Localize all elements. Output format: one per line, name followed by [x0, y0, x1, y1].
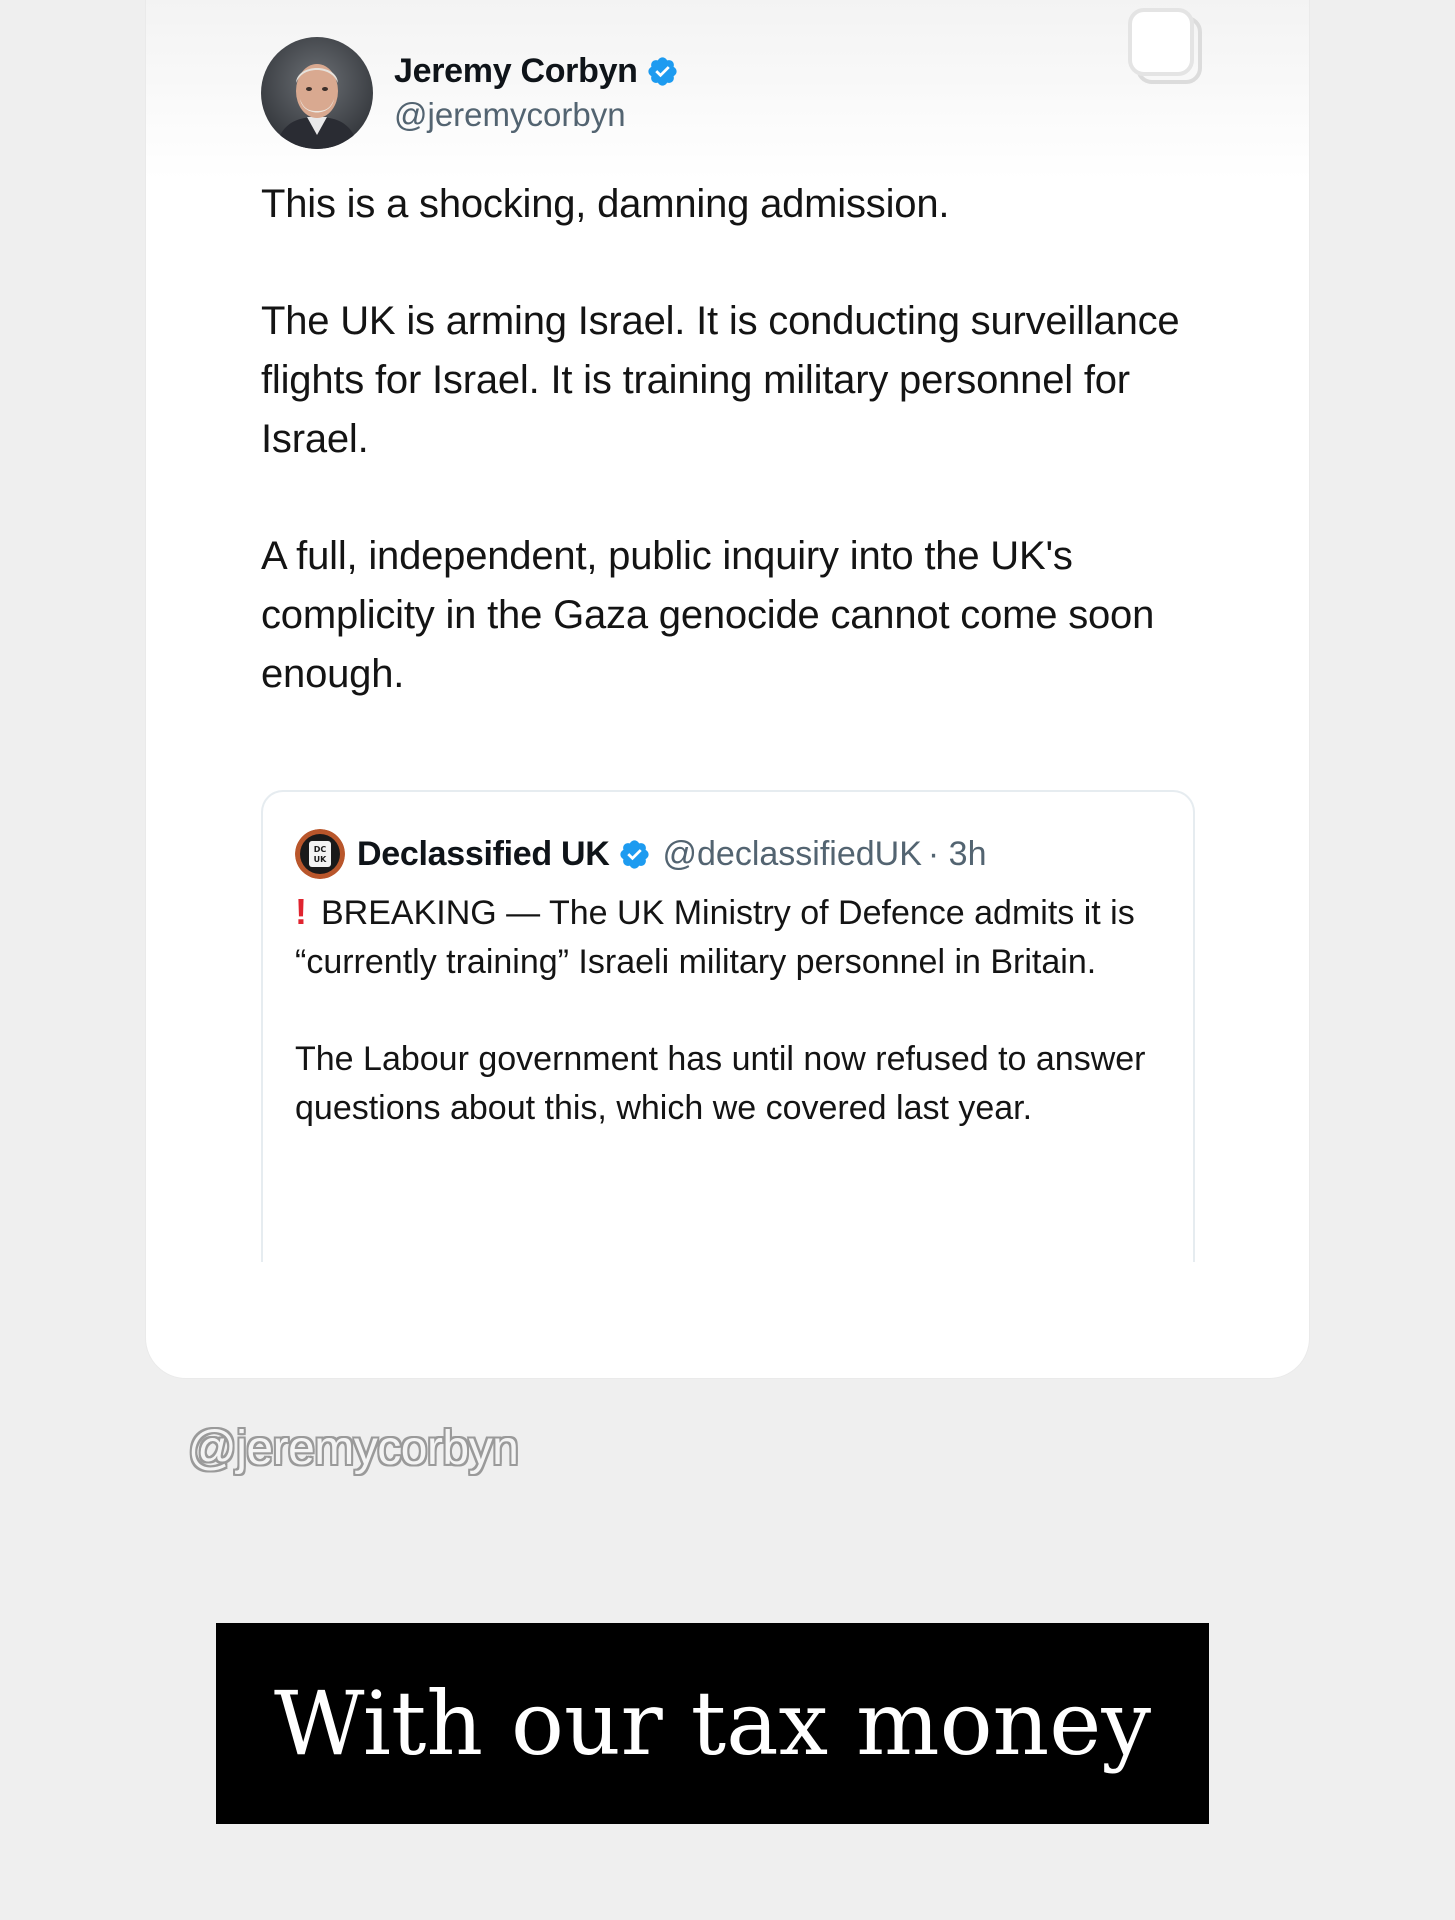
exclamation-icon: ! — [295, 891, 307, 932]
tweet-text: This is a shocking, damning admission. T… — [261, 175, 1221, 762]
quoted-paragraph: The Labour government has until now refu… — [295, 1040, 1146, 1127]
quoted-tweet-text: ! BREAKING — The UK Ministry of Defence a… — [295, 887, 1175, 1181]
author-avatar[interactable] — [261, 37, 373, 149]
quoted-author-avatar[interactable]: DC UK — [295, 829, 345, 879]
author-name[interactable]: Jeremy Corbyn — [394, 49, 638, 93]
svg-text:UK: UK — [314, 855, 327, 864]
svg-text:DC: DC — [314, 845, 327, 854]
author-info: Jeremy Corbyn @jeremycorbyn — [394, 49, 679, 137]
quoted-author-name[interactable]: Declassified UK — [357, 835, 610, 874]
author-name-row: Jeremy Corbyn — [394, 49, 679, 93]
author-handle[interactable]: @jeremycorbyn — [394, 93, 679, 137]
caption-box: With our tax money — [216, 1623, 1209, 1824]
tweet-header: Jeremy Corbyn @jeremycorbyn — [261, 37, 679, 149]
watermark-handle: @jeremycorbyn — [188, 1422, 519, 1475]
copy-icon[interactable] — [1116, 0, 1216, 100]
verified-badge-icon — [619, 839, 649, 869]
tweet-card: Jeremy Corbyn @jeremycorbyn This is a sh… — [146, 0, 1309, 1378]
verified-badge-icon — [648, 56, 677, 86]
quoted-tweet-header: DC UK Declassified UK @declassifiedUK · … — [295, 828, 987, 880]
quoted-tweet[interactable]: DC UK Declassified UK @declassifiedUK · … — [261, 790, 1195, 1262]
quoted-paragraph: ! BREAKING — The UK Ministry of Defence a… — [295, 887, 1175, 987]
quoted-timestamp[interactable]: · 3h — [928, 835, 987, 874]
quoted-paragraph-text: BREAKING — The UK Ministry of Defence ad… — [295, 894, 1135, 981]
tweet-paragraph: This is a shocking, damning admission. — [261, 182, 950, 226]
tweet-paragraph: The UK is arming Israel. It is conductin… — [261, 299, 1180, 461]
quoted-author-handle[interactable]: @declassifiedUK — [663, 835, 922, 874]
caption-text: With our tax money — [273, 1672, 1152, 1775]
tweet-paragraph: A full, independent, public inquiry into… — [261, 534, 1155, 696]
